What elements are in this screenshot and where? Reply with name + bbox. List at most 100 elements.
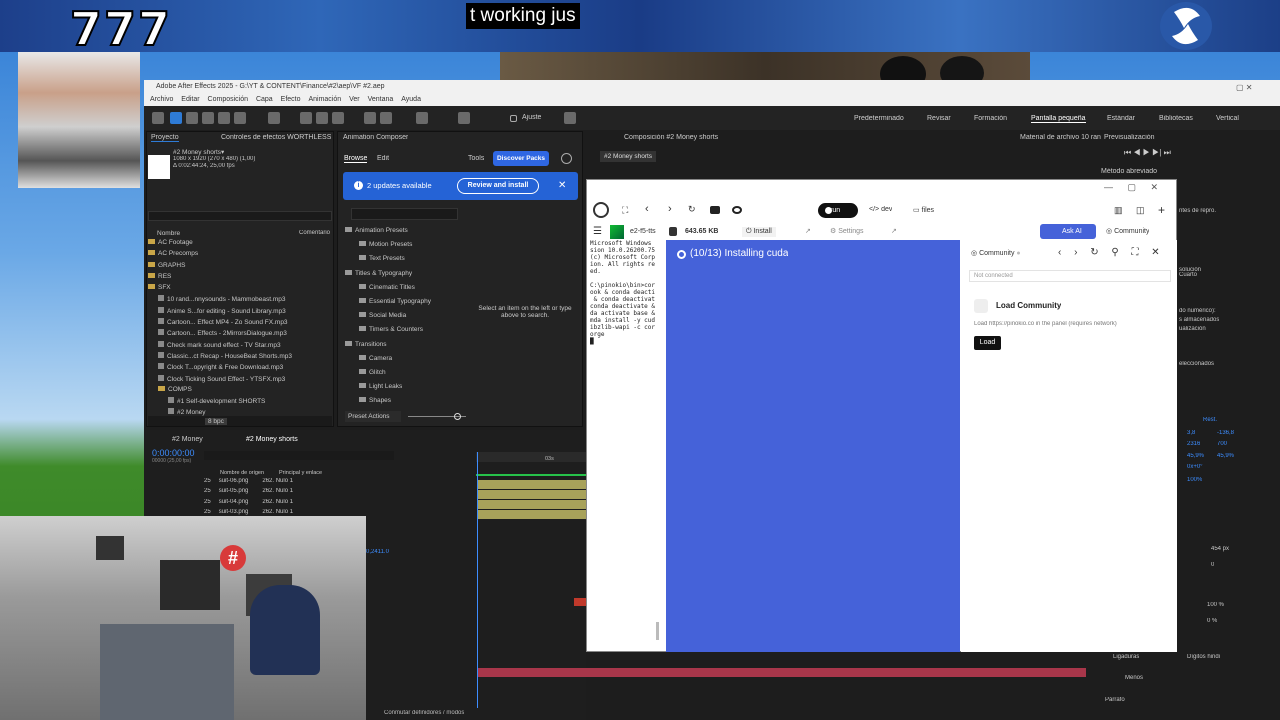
property-value[interactable]: 45,9% xyxy=(1217,453,1234,459)
preset-tree-item[interactable]: Essential Typography xyxy=(341,297,451,312)
community-url-input[interactable]: Not connected xyxy=(969,270,1171,282)
property-value[interactable]: Párrafo xyxy=(1105,697,1125,703)
account-icon[interactable] xyxy=(561,153,572,164)
layout-columns-icon[interactable]: ▥ xyxy=(1114,205,1123,216)
toggle-modes[interactable]: Conmutar definidores / modos xyxy=(384,710,464,716)
preset-tree-item[interactable]: Social Media xyxy=(341,312,451,326)
community-panel-tab[interactable]: ◎ Community ● xyxy=(971,249,1021,257)
preset-search-input[interactable] xyxy=(351,208,458,220)
tab-composition[interactable]: Composición #2 Money shorts xyxy=(624,134,718,141)
timeline-search-input[interactable] xyxy=(204,451,394,460)
load-button[interactable]: Load xyxy=(974,336,1001,350)
preset-actions-dropdown[interactable]: Preset Actions xyxy=(345,411,401,422)
community-tab[interactable]: ◎ Community xyxy=(1106,227,1149,235)
work-area-bar[interactable] xyxy=(476,474,586,476)
add-tab-icon[interactable]: + xyxy=(1158,203,1165,217)
tab-browse[interactable]: Browse xyxy=(344,155,368,163)
project-item[interactable]: Cartoon... Effects - 2MirrorsDialogue.mp… xyxy=(148,329,328,340)
tab-edit[interactable]: Edit xyxy=(377,155,389,162)
tab-effects-controls[interactable]: Controles de efectos WORTHLESS xyxy=(221,134,331,141)
review-install-button[interactable]: Review and install xyxy=(457,178,539,194)
text-tool-icon[interactable] xyxy=(332,112,344,124)
zoom-tool-icon[interactable] xyxy=(202,112,214,124)
home-icon[interactable] xyxy=(152,112,164,124)
workspace-bibliotecas[interactable]: Bibliotecas xyxy=(1159,115,1193,122)
property-value[interactable]: Ligaduras xyxy=(1113,654,1139,660)
eraser-tool-icon[interactable] xyxy=(380,112,392,124)
column-comentario[interactable]: Comentario xyxy=(299,230,330,236)
zoom-slider-handle[interactable] xyxy=(454,413,461,420)
tools-button[interactable]: Tools xyxy=(468,155,484,162)
align-icon[interactable] xyxy=(458,112,470,124)
camera-icon[interactable] xyxy=(710,206,720,214)
dev-tab[interactable]: </> dev xyxy=(869,206,892,213)
puppet-tool-icon[interactable] xyxy=(416,112,428,124)
time-ruler[interactable] xyxy=(476,452,586,462)
menu-icon[interactable]: ☰ xyxy=(593,226,602,237)
layer-track[interactable] xyxy=(478,510,586,519)
workspace-vertical[interactable]: Vertical xyxy=(1216,115,1239,122)
hand-tool-icon[interactable] xyxy=(186,112,198,124)
discover-packs-button[interactable]: Discover Packs xyxy=(493,151,549,166)
property-value[interactable]: 0x+0° xyxy=(1187,464,1203,470)
property-value[interactable]: -136,8 xyxy=(1217,430,1234,436)
settings-tab[interactable]: ⚙ Settings xyxy=(830,227,864,235)
menu-ayuda[interactable]: Ayuda xyxy=(401,94,421,106)
orbit-tool-icon[interactable] xyxy=(218,112,230,124)
preset-tree-item[interactable]: Glitch xyxy=(341,368,451,383)
tab-preview[interactable]: Previsualización xyxy=(1104,134,1155,141)
layer-track[interactable] xyxy=(478,500,586,509)
menu-ver[interactable]: Ver xyxy=(349,94,360,106)
ask-ai-button[interactable]: Ask AI xyxy=(1040,224,1096,239)
layer-track-marker[interactable] xyxy=(574,598,586,606)
project-item[interactable]: GRAPHS xyxy=(148,261,328,273)
preset-tree-item[interactable]: Motion Presets xyxy=(341,241,451,255)
tab-proyecto[interactable]: Proyecto xyxy=(151,134,179,142)
project-item[interactable]: Classic...ct Recap - HouseBeat Shorts.mp… xyxy=(148,351,328,363)
install-tab[interactable]: ⏻ Install xyxy=(742,227,776,237)
preset-tree-item[interactable]: Shapes xyxy=(341,397,451,411)
property-value[interactable]: 0 % xyxy=(1207,618,1217,624)
menu-animacion[interactable]: Animación xyxy=(308,94,341,106)
project-item[interactable]: #1 Self-development SHORTS xyxy=(148,397,328,408)
property-value[interactable]: 2316 xyxy=(1187,441,1200,447)
back-icon[interactable]: ‹ xyxy=(645,203,649,215)
layer-row[interactable]: 25 suit-06.png 262. Nulo 1 xyxy=(148,478,364,488)
menu-composicion[interactable]: Composición xyxy=(208,94,248,106)
preset-tree-item[interactable]: Cinematic Titles xyxy=(341,283,451,298)
layer-track[interactable] xyxy=(478,490,586,499)
ae-window-controls[interactable]: ▢ ✕ xyxy=(1236,83,1252,92)
property-value[interactable]: 454 px xyxy=(1211,546,1229,552)
shape-tool-icon[interactable] xyxy=(300,112,312,124)
pen-tool-icon[interactable] xyxy=(316,112,328,124)
close-banner-icon[interactable]: ✕ xyxy=(558,180,566,191)
eye-icon[interactable] xyxy=(732,206,742,214)
open-external-icon[interactable]: ↗ xyxy=(891,227,897,235)
tab-timeline-money[interactable]: #2 Money xyxy=(172,436,203,443)
workspace-estandar[interactable]: Estándar xyxy=(1107,115,1135,122)
property-value[interactable]: 0 xyxy=(1211,562,1214,568)
project-item[interactable]: AC Footage xyxy=(148,239,328,250)
bpc-button[interactable]: 8 bpc xyxy=(205,418,227,425)
project-item[interactable]: Clock T...opyright & Free Download.mp3 xyxy=(148,363,328,374)
preset-tree-item[interactable]: Camera xyxy=(341,354,451,369)
menu-editar[interactable]: Editar xyxy=(181,94,199,106)
layout-split-icon[interactable]: ◫ xyxy=(1136,205,1145,216)
comp-chip[interactable]: #2 Money shorts xyxy=(600,151,657,162)
workspace-formacion[interactable]: Formación xyxy=(974,115,1007,122)
project-item[interactable]: Anime S...for editing - Sound Library.mp… xyxy=(148,306,328,318)
project-item[interactable]: COMPS xyxy=(148,385,328,397)
timecode[interactable]: 0:00:00:00 xyxy=(152,448,195,458)
menu-efecto[interactable]: Efecto xyxy=(281,94,301,106)
project-item[interactable]: RES xyxy=(148,272,328,284)
run-button[interactable]: run xyxy=(818,203,858,218)
move-tool-icon[interactable] xyxy=(234,112,246,124)
property-value[interactable]: 100% xyxy=(1187,477,1202,483)
brush-tool-icon[interactable] xyxy=(364,112,376,124)
snap-icon[interactable] xyxy=(564,112,576,124)
workspace-revisar[interactable]: Revisar xyxy=(927,115,951,122)
property-value[interactable]: 3,8 xyxy=(1187,430,1195,436)
open-external-icon[interactable]: ↗ xyxy=(805,227,811,235)
tab-footage[interactable]: Material de archivo 10 ran xyxy=(1020,134,1101,141)
property-value[interactable]: Dígitos hindi xyxy=(1187,654,1220,660)
